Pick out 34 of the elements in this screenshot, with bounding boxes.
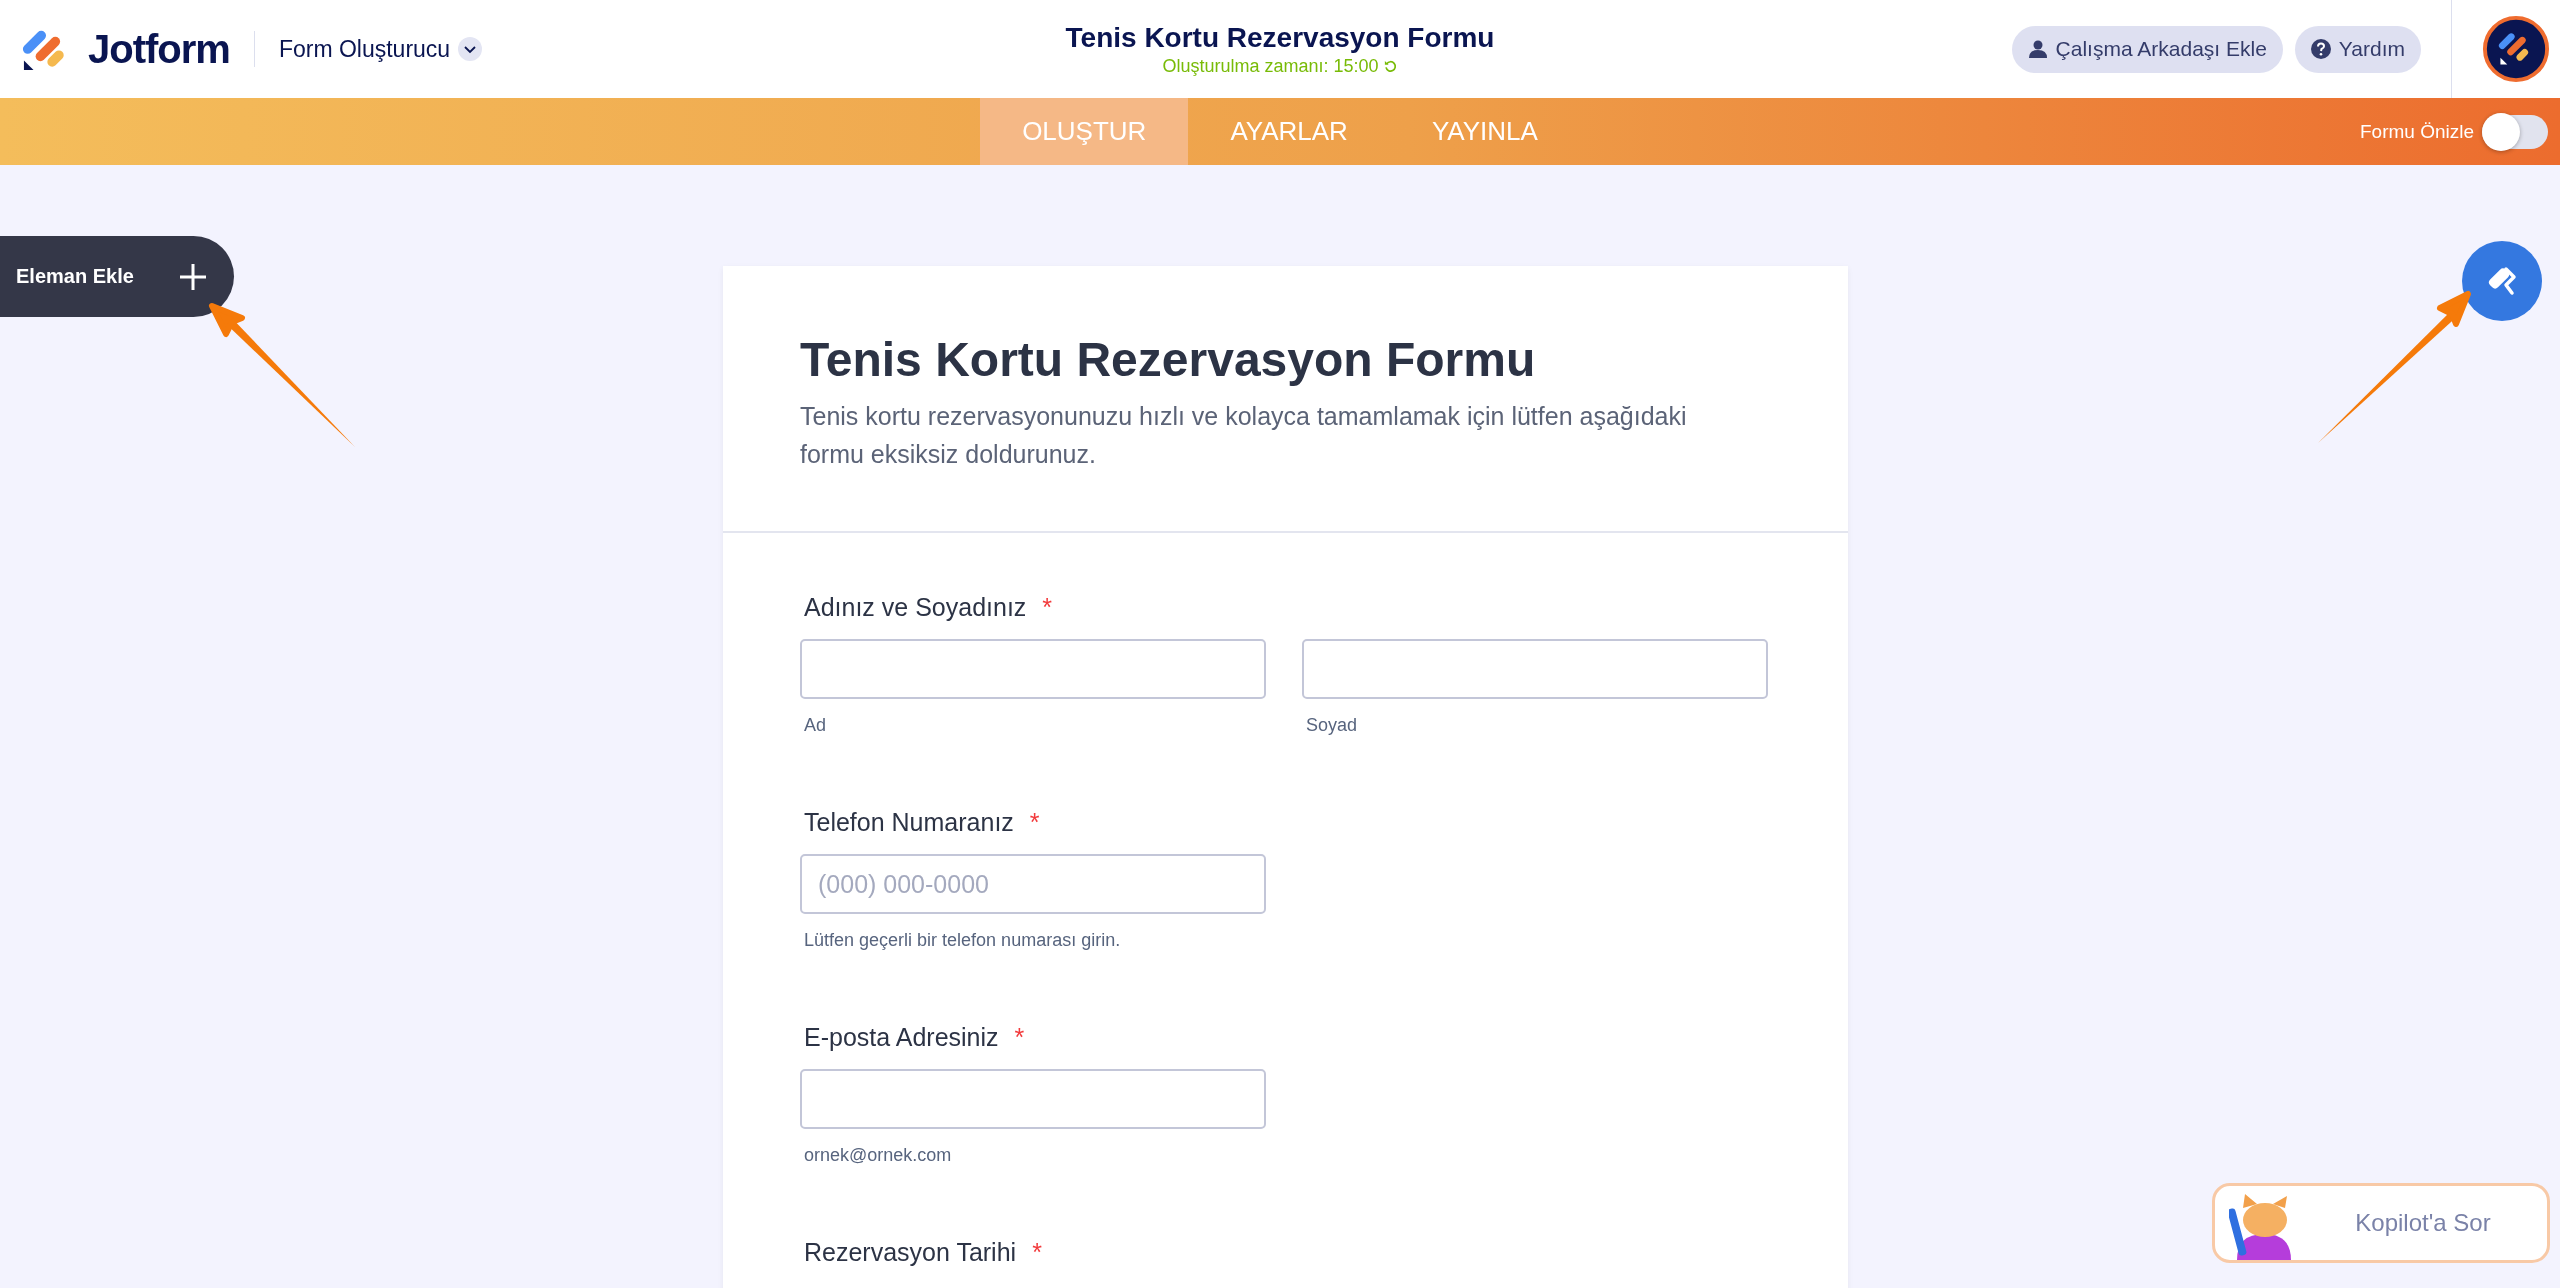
required-mark: * bbox=[1042, 593, 1053, 621]
field-label: Rezervasyon Tarihi bbox=[804, 1238, 1017, 1266]
copilot-button[interactable]: Kopilot'a Sor bbox=[2212, 1183, 2550, 1263]
plus-icon bbox=[177, 261, 208, 292]
chevron-down-icon bbox=[458, 37, 483, 61]
help-button[interactable]: Yardım bbox=[2294, 25, 2421, 73]
required-mark: * bbox=[1014, 1023, 1025, 1051]
account-avatar[interactable] bbox=[2482, 15, 2550, 83]
sublabel: Ad bbox=[804, 715, 828, 736]
sublabel: ornek@ornek.com bbox=[804, 1145, 953, 1166]
input-field[interactable] bbox=[800, 639, 1266, 699]
field-label: Adınız ve Soyadınız bbox=[804, 593, 1027, 621]
field-label: E-posta Adresiniz bbox=[804, 1023, 999, 1051]
created-time: Oluşturulma zamanı: 15:00 bbox=[1162, 55, 1379, 77]
form-title[interactable]: Tenis Kortu Rezervasyon Formu bbox=[1065, 21, 1495, 54]
refresh-icon bbox=[1382, 58, 1398, 74]
sublabel: Lütfen geçerli bir telefon numarası girin. bbox=[804, 930, 1122, 951]
product-dropdown[interactable]: Form Oluşturucu bbox=[278, 35, 483, 63]
input-field[interactable] bbox=[1302, 639, 1768, 699]
input-field[interactable]: (000) 000-0000 bbox=[800, 854, 1266, 914]
required-mark: * bbox=[1029, 808, 1040, 836]
field-label: Telefon Numaranız bbox=[804, 808, 1014, 836]
add-element-button[interactable]: Eleman Ekle bbox=[0, 236, 234, 317]
required-mark: * bbox=[1032, 1238, 1042, 1266]
sublabel: Soyad bbox=[1306, 715, 1359, 736]
preview-label: Formu Önizle bbox=[2359, 120, 2474, 143]
preview-toggle[interactable] bbox=[2482, 114, 2548, 149]
input-field[interactable] bbox=[800, 1069, 1266, 1129]
logo-text[interactable]: Jotform bbox=[88, 26, 230, 72]
add-collaborator-button[interactable]: Çalışma Arkadaşı Ekle bbox=[2011, 25, 2283, 73]
form-heading: Tenis Kortu Rezervasyon Formu bbox=[800, 332, 1537, 387]
form-description: Tenis kortu rezervasyonunuzu hızlı ve kolayca tamamlamak için lütfen aşağıdaki formu eksiksiz doldurunuz. bbox=[800, 401, 1688, 470]
help-icon bbox=[2310, 39, 2331, 59]
person-icon bbox=[2027, 39, 2048, 59]
